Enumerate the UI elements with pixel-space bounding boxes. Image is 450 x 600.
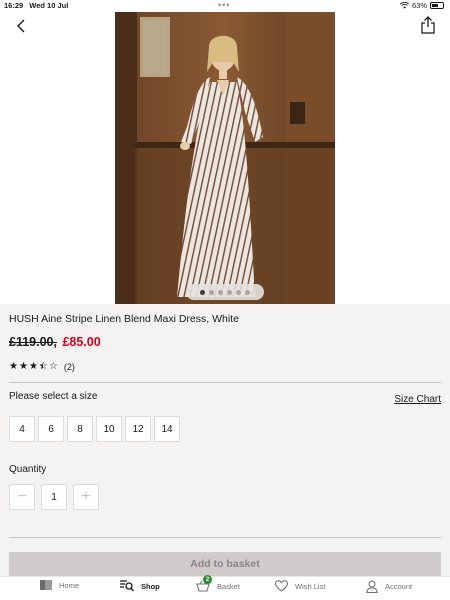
size-option[interactable]: 6	[38, 416, 64, 442]
star-empty-icon: ☆	[48, 361, 58, 372]
tab-account[interactable]: Account	[366, 580, 412, 593]
pager-dot[interactable]	[218, 289, 223, 295]
tab-bar: Home Shop 2 Basket Wish List Account	[0, 575, 450, 600]
pager-dot[interactable]	[245, 289, 250, 295]
pager-dot[interactable]	[200, 289, 205, 295]
review-count: (2)	[63, 362, 75, 372]
sale-price: £85.00	[62, 335, 101, 349]
account-icon	[366, 580, 378, 593]
tab-basket-label: Basket	[217, 581, 240, 591]
status-bar: 16:29 Wed 10 Jul ••• 63%	[0, 0, 450, 12]
size-options: 4 6 8 10 12 14	[9, 416, 180, 442]
product-details: HUSH Aine Stripe Linen Blend Maxi Dress,…	[0, 304, 450, 576]
product-photo	[115, 12, 335, 304]
pager-dot[interactable]	[209, 289, 214, 295]
size-option[interactable]: 4	[9, 416, 35, 442]
price: £119.00, £85.00	[9, 335, 101, 349]
battery-percent: 63%	[411, 1, 427, 10]
basket-count-badge: 2	[203, 575, 212, 584]
size-chart-link[interactable]: Size Chart	[394, 394, 441, 405]
tab-home-label: Home	[59, 580, 80, 590]
wifi-icon	[400, 2, 409, 9]
increase-quantity-button[interactable]: +	[73, 484, 99, 510]
multitasking-dots-icon[interactable]: •••	[218, 0, 230, 10]
divider	[9, 382, 441, 383]
tab-wishlist[interactable]: Wish List	[275, 580, 325, 592]
shop-search-icon	[120, 580, 134, 592]
pager-dot[interactable]	[227, 289, 232, 295]
quantity-label: Quantity	[9, 464, 47, 475]
size-option[interactable]: 8	[67, 416, 93, 442]
add-to-basket-button[interactable]: Add to basket	[9, 552, 441, 576]
tab-basket[interactable]: 2 Basket	[196, 575, 240, 592]
tab-wishlist-label: Wish List	[295, 581, 326, 591]
share-icon[interactable]	[419, 15, 437, 35]
image-pager[interactable]	[186, 284, 264, 300]
star-full-icon: ★	[18, 361, 28, 372]
product-image[interactable]	[115, 12, 335, 304]
size-option[interactable]: 12	[125, 416, 151, 442]
tab-shop-label: Shop	[141, 581, 160, 591]
rating[interactable]: ★ ★ ★ ☆★ ☆ (2)	[9, 361, 75, 373]
battery-icon	[430, 2, 444, 9]
product-title: HUSH Aine Stripe Linen Blend Maxi Dress,…	[9, 313, 239, 325]
heart-icon	[275, 580, 288, 592]
star-full-icon: ★	[9, 361, 18, 372]
size-option[interactable]: 14	[154, 416, 180, 442]
decrease-quantity-button[interactable]: −	[9, 484, 35, 510]
pager-dot[interactable]	[236, 289, 241, 295]
home-icon	[40, 580, 52, 590]
star-full-icon: ★	[28, 361, 38, 372]
divider	[9, 537, 441, 538]
status-date: Wed 10 Jul	[29, 1, 69, 10]
star-half-icon: ☆★	[38, 361, 48, 372]
back-chevron-icon[interactable]	[13, 17, 31, 35]
quantity-value[interactable]: 1	[41, 484, 67, 510]
size-option[interactable]: 10	[96, 416, 122, 442]
size-label: Please select a size	[9, 391, 98, 402]
quantity-stepper: − 1 +	[9, 484, 99, 510]
tab-home[interactable]: Home	[40, 580, 79, 590]
tab-account-label: Account	[385, 582, 413, 591]
status-time: 16:29	[4, 1, 24, 10]
original-price: £119.00,	[9, 335, 57, 349]
tab-shop[interactable]: Shop	[120, 580, 160, 592]
